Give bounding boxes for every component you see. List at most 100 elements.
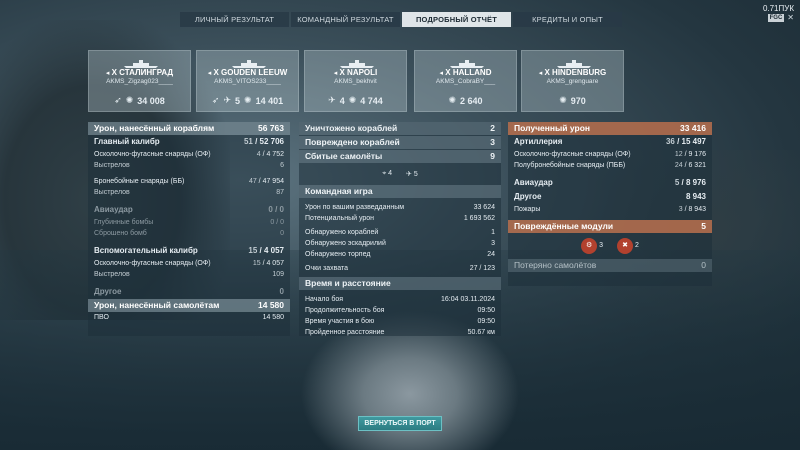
planes-shot-row: Сбитые самолёты 9 xyxy=(299,150,501,163)
damage-to-ships-value: 56 763 xyxy=(258,123,284,133)
tab-personal-result[interactable]: ЛИЧНЫЙ РЕЗУЛЬТАТ xyxy=(180,12,289,27)
received-sap-damage: 6 321 xyxy=(688,162,706,169)
ship-damage-value: 14 401 xyxy=(255,95,284,106)
ship-card[interactable]: ◂ X HALLAND AKMS_CobraBY___ ✺ 2 640 xyxy=(414,50,517,112)
received-airstrike-damage: 8 976 xyxy=(685,178,706,187)
turret-module-count: 3 xyxy=(599,242,603,249)
planes-count: 4 xyxy=(339,95,345,106)
received-sap-hits: 24 xyxy=(674,162,683,169)
turret-module-icon: ⚙ xyxy=(581,238,598,254)
secondary-shots-label: Выстрелов xyxy=(94,271,130,278)
spotted-squadrons-label: Обнаружено эскадрилий xyxy=(305,240,386,247)
main-battery-damage: 52 706 xyxy=(259,137,284,146)
ship-name-label: X HINDENBURG xyxy=(544,68,607,77)
destroyed-label: Уничтожено кораблей xyxy=(305,123,398,133)
spotted-ships-label: Обнаружено кораблей xyxy=(305,229,379,236)
spotting-damage-row: Урон по вашим разведданным 33 624 xyxy=(299,202,501,213)
plane-icon: ✈ xyxy=(223,95,231,105)
fires-label: Пожары xyxy=(514,206,541,213)
secondary-damage: 4 057 xyxy=(263,246,284,255)
player-name: AKMS_CobraBY___ xyxy=(435,78,496,85)
tab-detailed-report[interactable]: ПОДРОБНЫЙ ОТЧЁТ xyxy=(402,12,511,27)
he-secondary-damage: 4 057 xyxy=(266,260,284,267)
spotted-squadrons-row: Обнаружено эскадрилий 3 xyxy=(299,238,501,249)
damage-to-planes-value: 14 580 xyxy=(258,300,284,310)
received-he-row: Осколочно-фугасные снаряды (ОФ) 12 / 9 1… xyxy=(514,151,706,158)
ship-silhouette-icon xyxy=(557,60,591,68)
fires-count: 3 xyxy=(678,206,683,213)
received-airstrike-hits: 5 xyxy=(674,178,680,187)
ship-name-label: X HALLAND xyxy=(445,68,492,77)
battle-start-value: 16:04 03.11.2024 xyxy=(441,296,495,303)
secondary-module-icon: ✖ xyxy=(617,238,633,254)
spotted-ships-row: Обнаружено кораблей 1 xyxy=(299,227,501,238)
ping-readout: 0.71ПУК xyxy=(762,4,794,13)
potential-damage-label: Потенциальный урон xyxy=(305,215,375,222)
ap-main-row: Бронебойные снаряды (ББ) 47 / 47 954 xyxy=(94,178,284,185)
team-play-title: Командная игра xyxy=(305,186,373,196)
secondary-battery-row: Вспомогательный калибр 15 / 4 057 xyxy=(88,244,290,258)
other-damage-value: 0 xyxy=(279,287,284,296)
damage-icon: ✺ xyxy=(559,95,567,105)
ship-name: ◂ X HALLAND xyxy=(415,68,516,77)
plane-icon: ✈ xyxy=(328,95,336,105)
received-damage-value: 33 416 xyxy=(680,123,706,133)
left-stats-panel: Урон, нанесённый кораблям 56 763 Главный… xyxy=(88,122,290,336)
received-he-label: Осколочно-фугасные снаряды (ОФ) xyxy=(514,151,631,158)
damage-to-ships-header: Урон, нанесённый кораблям 56 763 xyxy=(88,122,290,135)
damaged-row: Повреждено кораблей 3 xyxy=(299,136,501,149)
fires-row: Пожары 3 / 8 943 xyxy=(514,206,706,213)
participation-time-label: Время участия в бою xyxy=(305,318,375,325)
tab-team-result[interactable]: КОМАНДНЫЙ РЕЗУЛЬТАТ xyxy=(291,12,400,27)
close-icon[interactable]: ✕ xyxy=(787,14,794,22)
time-distance-header: Время и расстояние xyxy=(299,277,501,290)
ship-card[interactable]: ◂ X HINDENBURG AKMS_grenguare ✺ 970 xyxy=(521,50,624,112)
result-tabs: ЛИЧНЫЙ РЕЗУЛЬТАТ КОМАНДНЫЙ РЕЗУЛЬТАТ ПОД… xyxy=(180,12,622,27)
depth-charges-row: Глубинные бомбы 0 / 0 xyxy=(88,217,290,228)
secondary-hits: 15 xyxy=(248,246,258,255)
bombs-dropped-label: Сброшено бомб xyxy=(94,230,147,237)
player-name: AKMS_bekhvit xyxy=(334,78,377,85)
battle-start-label: Начало боя xyxy=(305,296,344,303)
aa-value: 14 580 xyxy=(262,314,284,321)
artillery-hits: 36 xyxy=(665,137,675,146)
distance-value: 50.67 км xyxy=(467,329,495,336)
return-to-port-button[interactable]: ВЕРНУТЬСЯ В ПОРТ xyxy=(358,416,442,431)
capture-points-label: Очки захвата xyxy=(305,265,349,272)
ship-card[interactable]: ◂ X СТАЛИНГРАД AKMS_Zigzag023____ ➶ ✺ 34… xyxy=(88,50,191,112)
lost-planes-value: 0 xyxy=(701,260,706,270)
received-airstrike-label: Авиаудар xyxy=(514,178,553,187)
secondary-module-count: 2 xyxy=(634,242,639,249)
torpedo-icon: ➶ xyxy=(211,95,220,105)
player-name: AKMS_VITOS233____ xyxy=(214,78,281,85)
spotted-torpedoes-row: Обнаружено торпед 24 xyxy=(299,249,501,260)
spotting-damage-label: Урон по вашим разведданным xyxy=(305,204,405,211)
damage-to-planes-label: Урон, нанесённый самолётам xyxy=(94,300,220,310)
he-main-hits: 4 xyxy=(256,151,261,158)
damage-icon: ✺ xyxy=(125,95,134,105)
he-main-damage: 4 752 xyxy=(266,151,284,158)
tab-credits-xp[interactable]: КРЕДИТЫ И ОПЫТ xyxy=(513,12,622,27)
ship-name: ◂ X GOUDEN LEEUW xyxy=(197,68,298,77)
artillery-row: Артиллерия 36 / 15 497 xyxy=(508,135,712,149)
depth-charges-value: 0 / 0 xyxy=(270,219,284,226)
spotted-torpedoes-label: Обнаружено торпед xyxy=(305,251,371,258)
received-other-value: 8 943 xyxy=(685,192,706,201)
received-other-label: Другое xyxy=(514,192,542,201)
torpedo-icon: ➶ xyxy=(114,95,122,105)
he-main-row: Осколочно-фугасные снаряды (ОФ) 4 / 4 75… xyxy=(94,151,284,158)
ship-card[interactable]: ◂ X NAPOLI AKMS_bekhvit ✈ 4 ✺ 4 744 xyxy=(304,50,407,112)
ship-name: ◂ X HINDENBURG xyxy=(522,68,623,77)
ship-damage-value: 970 xyxy=(570,95,586,106)
airstrike-value: 0 / 0 xyxy=(268,205,284,214)
middle-stats-panel: Уничтожено кораблей 2 Повреждено корабле… xyxy=(299,122,501,336)
time-distance-title: Время и расстояние xyxy=(305,278,391,288)
aa-row: ПВО 14 580 xyxy=(88,312,290,323)
ship-class-icon: ◂ xyxy=(207,70,212,77)
ship-class-icon: ◂ xyxy=(105,70,110,77)
ap-main-shots-value: 87 xyxy=(276,189,284,196)
damaged-value: 3 xyxy=(490,137,495,147)
planes-count: 5 xyxy=(235,95,241,106)
damage-icon: ✺ xyxy=(448,95,456,105)
ship-card[interactable]: ◂ X GOUDEN LEEUW AKMS_VITOS233____ ➶ ✈ 5… xyxy=(196,50,299,112)
